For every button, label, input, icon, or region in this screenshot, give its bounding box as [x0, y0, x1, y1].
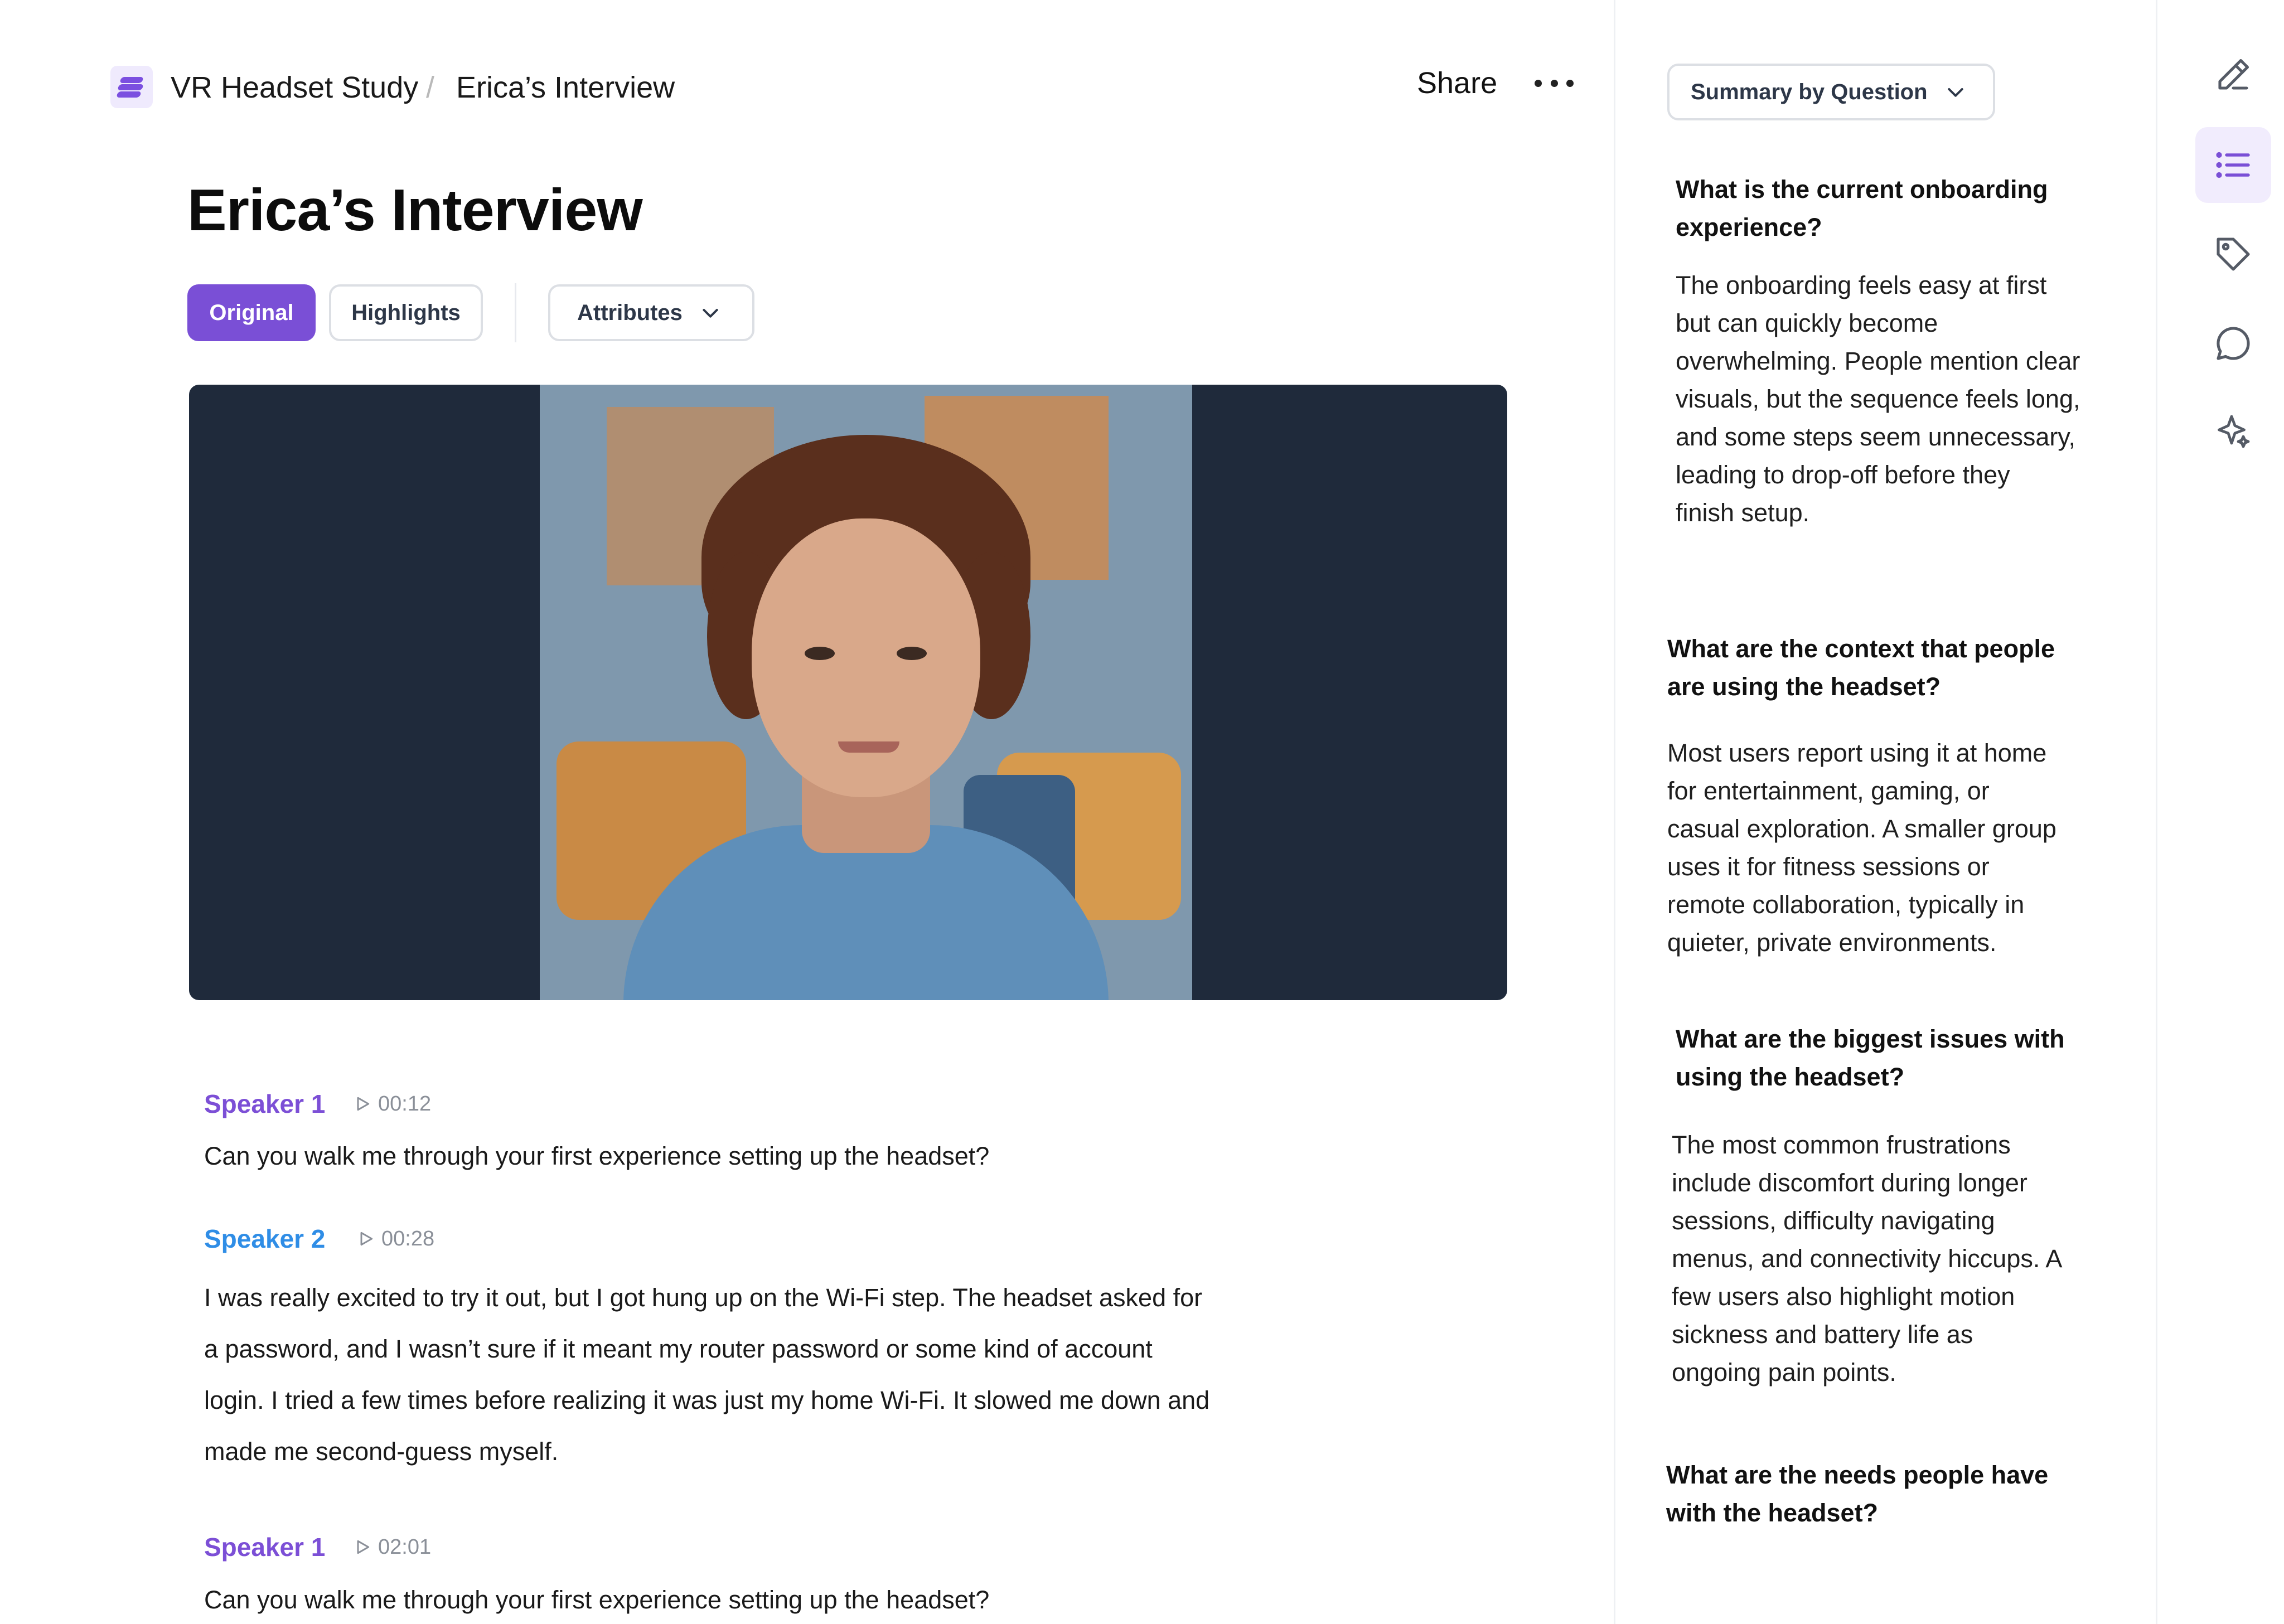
transcript-text: Can you walk me through your first exper… — [204, 1586, 990, 1614]
timestamp-label: 00:28 — [381, 1227, 435, 1250]
play-icon — [360, 1232, 373, 1246]
answer-line: Most users report using it at home — [1667, 739, 2047, 767]
attributes-label: Attributes — [577, 300, 683, 325]
answer-line: menus, and connectivity hiccups. A — [1672, 1244, 2063, 1273]
play-icon — [357, 1097, 370, 1111]
question-line: using the headset? — [1676, 1063, 1905, 1091]
question-line: experience? — [1676, 213, 1822, 241]
breadcrumb-separator: / — [426, 71, 435, 104]
summary-question: What are the context that people are usi… — [1667, 630, 2055, 706]
answer-line: quieter, private environments. — [1667, 928, 1997, 957]
summary-answer: The onboarding feels easy at first but c… — [1676, 266, 2080, 532]
question-line: What are the context that people — [1667, 634, 2055, 663]
rail-button-ai[interactable] — [2195, 394, 2271, 469]
tag-icon — [2217, 237, 2250, 271]
main-pane: VR Headset Study / Erica’s Interview Sha… — [0, 0, 1614, 1624]
pen-icon — [2218, 59, 2249, 90]
answer-line: for entertainment, gaming, or — [1667, 777, 1990, 805]
transcript-line: made me second-guess myself. — [204, 1437, 559, 1466]
question-line: What is the current onboarding — [1676, 175, 2048, 203]
answer-line: sessions, difficulty navigating — [1672, 1206, 1995, 1235]
summary-answer: Most users report using it at home for e… — [1667, 734, 2056, 962]
answer-line: few users also highlight motion — [1672, 1282, 2015, 1311]
breadcrumb-current: Erica’s Interview — [456, 71, 675, 104]
question-line: What are the needs people have — [1666, 1461, 2049, 1489]
answer-line: The most common frustrations — [1672, 1131, 2011, 1159]
transcript-line: I was really excited to try it out, but … — [204, 1283, 1203, 1312]
answer-line: The onboarding feels easy at first — [1676, 271, 2047, 299]
transcript-line: a password, and I wasn’t sure if it mean… — [204, 1335, 1153, 1363]
breadcrumb-project[interactable]: VR Headset Study — [171, 68, 418, 107]
play-icon — [357, 1540, 370, 1554]
summary-question: What are the needs people have with the … — [1666, 1456, 2048, 1532]
answer-line: uses it for fitness sessions or — [1667, 852, 1990, 881]
tab-highlights[interactable]: Highlights — [329, 284, 483, 341]
share-button[interactable]: Share — [1417, 64, 1497, 103]
question-line: are using the headset? — [1667, 672, 1941, 701]
summary-mode-dropdown[interactable]: Summary by Question — [1667, 64, 1995, 120]
summary-mode-label: Summary by Question — [1691, 79, 1928, 104]
speaker-label: Speaker 2 — [204, 1224, 326, 1253]
transcript-text: Can you walk me through your first exper… — [204, 1142, 990, 1170]
comment-icon — [2217, 327, 2250, 360]
answer-line: and some steps seem unnecessary, — [1676, 423, 2076, 451]
rail-button-notes[interactable] — [2195, 37, 2271, 113]
summary-question: What is the current onboarding experienc… — [1676, 171, 2048, 246]
answer-line: sickness and battery life as — [1672, 1320, 1973, 1349]
answer-line: visuals, but the sequence feels long, — [1676, 385, 2080, 413]
speaker-label: Speaker 1 — [204, 1089, 326, 1118]
transcript-paragraph: I was really excited to try it out, but … — [204, 1272, 1325, 1477]
page-title: Erica’s Interview — [187, 177, 643, 243]
summary-answer: The most common frustrations include dis… — [1672, 1126, 2062, 1392]
rail-button-summary[interactable] — [2195, 127, 2271, 203]
answer-line: leading to drop-off before they — [1676, 460, 2010, 489]
summary-question: What are the biggest issues with using t… — [1676, 1020, 2065, 1096]
answer-line: ongoing pain points. — [1672, 1358, 1896, 1387]
answer-line: but can quickly become — [1676, 309, 1938, 337]
toolbar-divider — [515, 283, 516, 342]
timestamp-label: 02:01 — [378, 1535, 432, 1559]
rail-button-comments[interactable] — [2195, 306, 2271, 381]
answer-line: remote collaboration, typically in — [1667, 890, 2025, 919]
timestamp-link[interactable]: 00:12 — [354, 1087, 431, 1121]
sparkle-icon — [2218, 415, 2250, 448]
chevron-down-icon — [1947, 88, 1963, 97]
question-line: What are the biggest issues with — [1676, 1025, 2065, 1053]
video-player[interactable] — [189, 385, 1507, 1000]
answer-line: finish setup. — [1676, 498, 1810, 527]
transcript-line: login. I tried a few times before realiz… — [204, 1386, 1210, 1414]
timestamp-label: 00:12 — [378, 1092, 432, 1116]
app-logo-icon[interactable] — [110, 66, 153, 108]
question-line: with the headset? — [1666, 1499, 1879, 1527]
answer-line: overwhelming. People mention clear — [1676, 347, 2080, 375]
timestamp-link[interactable]: 02:01 — [354, 1530, 431, 1564]
rail-button-tags[interactable] — [2195, 216, 2271, 292]
tab-original[interactable]: Original — [187, 284, 316, 341]
more-options-icon[interactable] — [1535, 69, 1574, 97]
speaker-label: Speaker 1 — [204, 1533, 326, 1562]
timestamp-link[interactable]: 00:28 — [357, 1222, 434, 1255]
answer-line: casual exploration. A smaller group — [1667, 815, 2056, 843]
answer-line: include discomfort during longer — [1672, 1169, 2027, 1197]
attributes-dropdown[interactable]: Attributes — [548, 284, 754, 341]
list-icon — [2216, 152, 2250, 178]
participant-video-frame — [540, 385, 1192, 1000]
chevron-down-icon — [703, 309, 718, 318]
